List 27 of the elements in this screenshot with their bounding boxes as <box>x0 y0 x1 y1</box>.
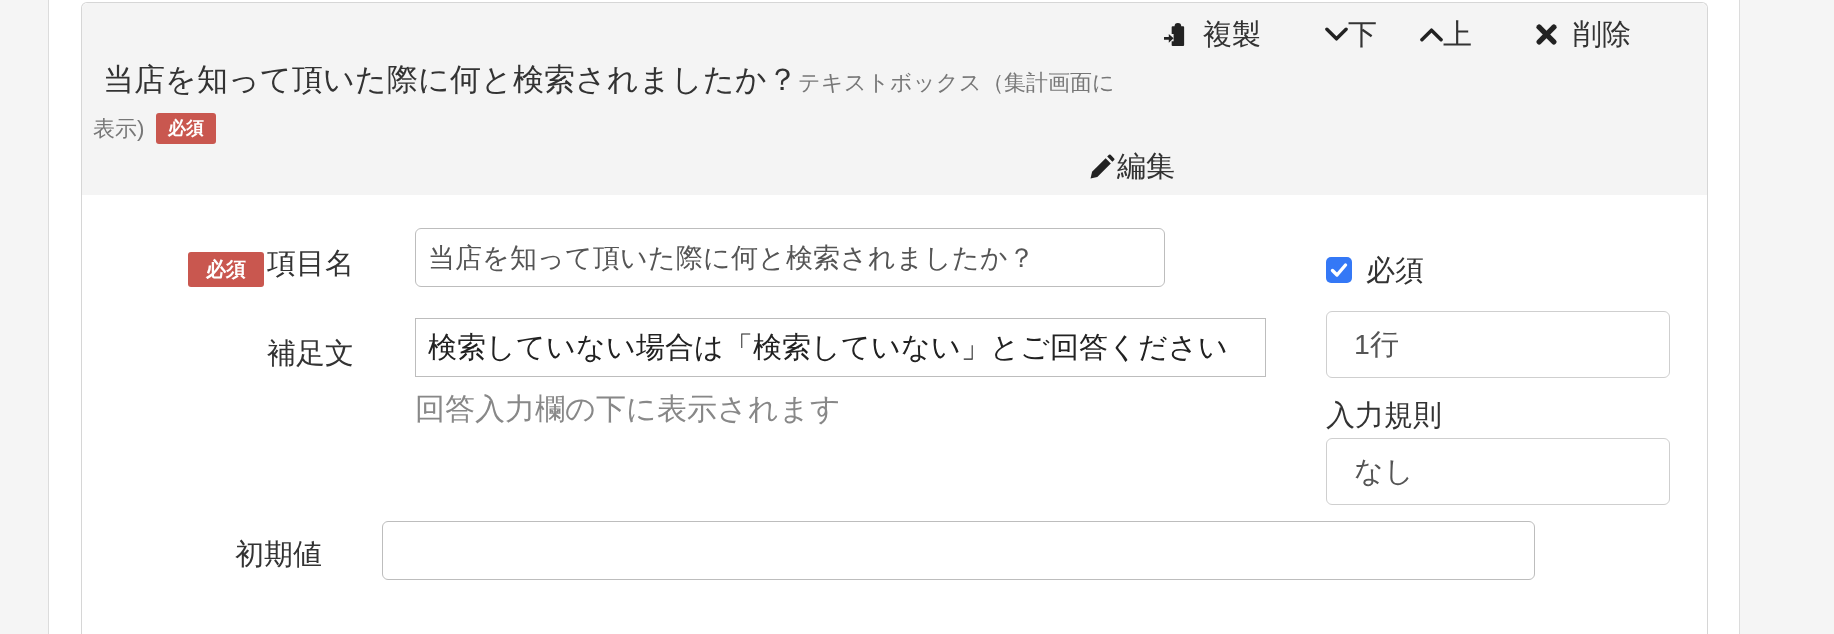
clipboard-icon <box>1164 21 1187 47</box>
supplement-field[interactable]: 検索していない場合は「検索していない」とご回答ください <box>415 318 1266 377</box>
chevron-down-icon <box>1325 26 1348 42</box>
rows-select[interactable]: 1行 <box>1326 311 1670 378</box>
input-rule-select[interactable]: なし <box>1326 438 1670 505</box>
item-name-field[interactable]: 当店を知って頂いた際に何と検索されましたか？ <box>415 228 1165 287</box>
question-type-note: テキストボックス（集計画面に <box>798 69 1115 95</box>
required-label: 必須 <box>1366 253 1424 288</box>
initial-value-label: 初期値 <box>235 536 322 572</box>
required-badge: 必須 <box>188 252 264 287</box>
required-checkbox[interactable] <box>1326 257 1352 283</box>
supplement-label: 補足文 <box>267 335 354 371</box>
required-badge: 必須 <box>156 112 217 144</box>
move-down-button[interactable]: 下 <box>1325 16 1377 52</box>
input-rule-label: 入力規則 <box>1326 398 1443 433</box>
x-icon <box>1536 23 1557 45</box>
item-name-label: 項目名 <box>267 245 354 281</box>
edit-button[interactable]: 編集 <box>1090 150 1175 182</box>
duplicate-button[interactable]: 複製 <box>1164 16 1261 52</box>
initial-value-field[interactable] <box>382 521 1535 580</box>
pencil-icon <box>1090 153 1115 179</box>
question-type-note: 表示) <box>93 116 145 142</box>
move-up-button[interactable]: 上 <box>1420 16 1472 52</box>
delete-button[interactable]: 削除 <box>1536 16 1631 52</box>
help-text: 回答入力欄の下に表示されます <box>415 391 842 427</box>
question-title: 当店を知って頂いた際に何と検索されましたか？ <box>103 61 798 96</box>
chevron-up-icon <box>1420 26 1443 42</box>
